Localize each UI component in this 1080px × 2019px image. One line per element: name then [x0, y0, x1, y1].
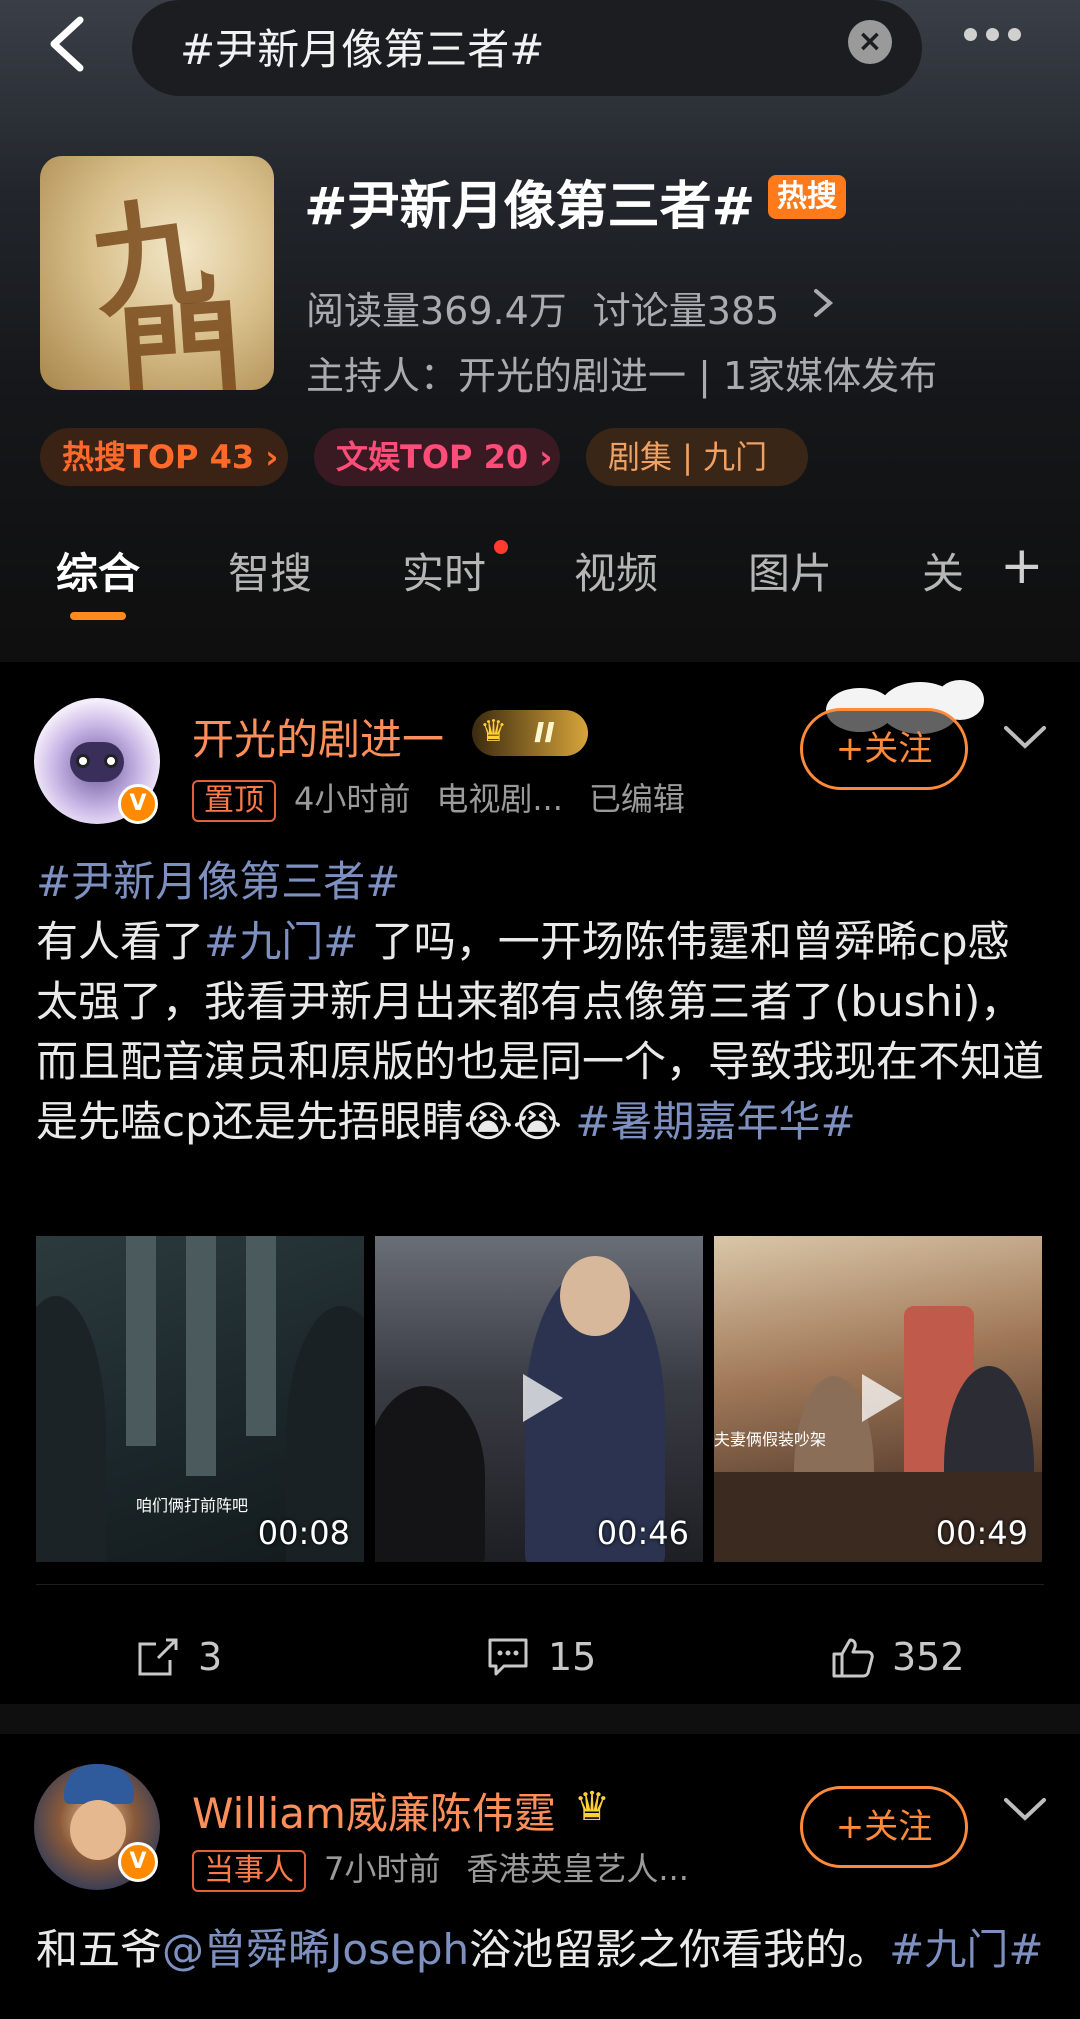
topic-header: #尹新月像第三者# × 九 門 #尹新月像第三者# 热搜 阅读量369.4万 讨论… — [0, 0, 1080, 640]
video-caption: 夫妻俩假装吵架 — [714, 1430, 827, 1449]
fan-level-badge: ♛ II — [472, 710, 588, 756]
tab-images[interactable]: 图片 — [748, 540, 832, 601]
tab-comprehensive[interactable]: 综合 — [56, 540, 140, 601]
cover-glyph: 門 — [113, 284, 248, 390]
video-caption: 咱们俩打前阵吧 — [136, 1496, 249, 1515]
tab-smart-search[interactable]: 智搜 — [228, 540, 312, 601]
tab-realtime[interactable]: 实时 — [402, 540, 486, 601]
tab-video[interactable]: 视频 — [574, 540, 658, 601]
follow-button[interactable]: +关注 — [800, 1786, 968, 1868]
tag-drama[interactable]: 剧集 | 九门 — [586, 428, 808, 486]
edited-label: 已编辑 — [588, 780, 685, 818]
feed-post[interactable]: V 开光的剧进一 ♛ II 置顶 4小时前 电视剧... 已编辑 +关注 #尹新月像第… — [0, 662, 1080, 1704]
tab-following[interactable]: 关 — [922, 540, 964, 601]
share-count: 3 — [198, 1635, 223, 1679]
topic-cover-image: 九 門 — [40, 156, 274, 390]
crown-icon: ♛ — [574, 1784, 610, 1830]
topic-title: #尹新月像第三者# — [304, 177, 756, 237]
tag-hot-search-rank[interactable]: 热搜TOP 43 › — [40, 428, 288, 486]
comment-count: 15 — [548, 1635, 597, 1679]
new-content-dot — [494, 540, 508, 554]
share-icon — [138, 1638, 178, 1676]
hot-badge: 热搜 — [768, 175, 846, 219]
chevron-down-icon[interactable] — [1002, 722, 1048, 752]
video-thumbnails: 咱们俩打前阵吧 00:08 00:46 夫妻俩假装吵架 00:49 — [36, 1236, 1042, 1562]
video-duration: 00:46 — [596, 1514, 689, 1552]
video-thumbnail[interactable]: 咱们俩打前阵吧 00:08 — [36, 1236, 364, 1562]
video-thumbnail[interactable]: 00:46 — [375, 1236, 703, 1562]
search-input[interactable]: #尹新月像第三者# × — [132, 0, 922, 96]
mention-link[interactable]: @曾舜晞Joseph — [162, 1925, 469, 1974]
search-query: #尹新月像第三者# — [180, 25, 545, 74]
top-bar: #尹新月像第三者# × — [0, 0, 1080, 110]
pinned-label: 置顶 — [192, 780, 276, 822]
section-gap — [0, 632, 1080, 662]
discussion-count: 讨论量385 — [592, 289, 780, 333]
divider — [36, 1584, 1044, 1585]
add-tab-icon[interactable]: + — [1000, 540, 1044, 592]
follow-button[interactable]: +关注 — [800, 708, 968, 790]
author-name[interactable]: 开光的剧进一 — [192, 706, 444, 767]
more-options-icon[interactable] — [964, 26, 1034, 56]
verified-badge-icon: V — [118, 1842, 158, 1882]
post-time: 4小时前 — [294, 780, 411, 818]
video-duration: 00:08 — [257, 1514, 350, 1552]
hashtag-link[interactable]: #九门# — [204, 917, 358, 966]
post-text-segment: 浴池留影之你看我的。 — [469, 1925, 890, 1974]
post-source: 电视剧... — [436, 780, 563, 818]
tab-bar: 综合 智搜 实时 视频 图片 关 — [0, 540, 1080, 630]
chevron-down-icon[interactable] — [1002, 1794, 1048, 1824]
post-source: 香港英皇艺人... — [466, 1850, 689, 1888]
video-duration: 00:49 — [935, 1514, 1028, 1552]
feed-post[interactable]: V William威廉陈伟霆 ♛ 当事人 7小时前 香港英皇艺人... +关注 和五… — [0, 1734, 1080, 2019]
level-label: II — [534, 716, 555, 749]
post-actions: 3 15 352 — [0, 1622, 1080, 1692]
video-thumbnail[interactable]: 夫妻俩假装吵架 00:49 — [714, 1236, 1042, 1562]
active-tab-indicator — [70, 612, 126, 620]
play-icon[interactable] — [507, 1366, 571, 1430]
comment-icon — [488, 1638, 528, 1676]
chevron-right-icon[interactable] — [808, 283, 838, 323]
verified-badge-icon: V — [118, 784, 158, 824]
tag-entertainment-rank[interactable]: 文娱TOP 20 › — [314, 428, 560, 486]
clear-search-icon[interactable]: × — [848, 20, 892, 64]
hashtag-link[interactable]: #尹新月像第三者# — [36, 857, 400, 906]
hashtag-link[interactable]: #九门# — [889, 1925, 1043, 1974]
topic-host: 主持人：开光的剧进一 | 1家媒体发布 — [306, 354, 938, 398]
post-body: 和五爷@曾舜晞Joseph浴池留影之你看我的。#九门# — [36, 1920, 1046, 1980]
crown-icon: ♛ — [480, 714, 507, 749]
post-text-segment: 和五爷 — [36, 1925, 163, 1974]
post-time: 7小时前 — [324, 1850, 441, 1888]
post-meta: 当事人 7小时前 香港英皇艺人... — [192, 1844, 689, 1892]
post-text-segment: 有人看了 — [36, 917, 205, 966]
back-arrow-icon[interactable] — [44, 14, 94, 74]
post-meta: 置顶 4小时前 电视剧... 已编辑 — [192, 774, 685, 822]
author-name[interactable]: William威廉陈伟霆 — [192, 1780, 556, 1841]
involved-party-label: 当事人 — [192, 1850, 306, 1892]
play-icon[interactable] — [846, 1366, 910, 1430]
read-count: 阅读量369.4万 — [306, 289, 567, 333]
section-gap — [0, 1704, 1080, 1734]
like-count: 352 — [892, 1635, 965, 1679]
thumbs-up-icon — [832, 1638, 874, 1678]
topic-stats[interactable]: 阅读量369.4万 讨论量385 — [306, 280, 805, 335]
hashtag-link[interactable]: #暑期嘉年华# — [575, 1097, 855, 1146]
post-body: #尹新月像第三者# 有人看了#九门# 了吗，一开场陈伟霆和曾舜晞cp感太强了，我… — [36, 852, 1046, 1152]
